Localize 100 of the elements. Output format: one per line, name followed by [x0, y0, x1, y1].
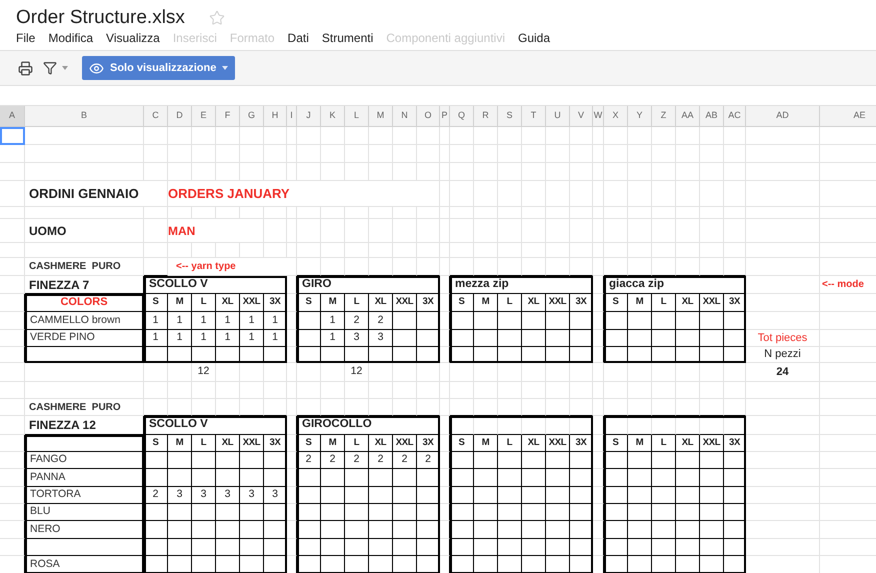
spreadsheet-cell[interactable]: 1	[216, 312, 240, 330]
column-header[interactable]: V	[570, 106, 593, 127]
column-header[interactable]: F	[216, 106, 240, 127]
spreadsheet-cell[interactable]: S	[604, 435, 628, 452]
spreadsheet-cell[interactable]: 1	[321, 312, 345, 330]
column-header[interactable]: K	[321, 106, 345, 127]
column-header[interactable]: W	[593, 106, 604, 127]
spreadsheet-cell[interactable]: 1	[240, 312, 264, 330]
spreadsheet-cell[interactable]: L	[345, 435, 369, 452]
spreadsheet-cell[interactable]: 2	[297, 452, 321, 469]
spreadsheet-cell[interactable]: XXL	[700, 294, 724, 312]
spreadsheet-cell[interactable]: S	[450, 435, 474, 452]
spreadsheet-cell[interactable]: FINEZZA 12	[25, 416, 144, 435]
spreadsheet-cell[interactable]: 2	[144, 487, 168, 504]
spreadsheet-cell[interactable]: 12	[192, 363, 216, 382]
spreadsheet-cell[interactable]: S	[144, 294, 168, 312]
spreadsheet-cell[interactable]: 2	[417, 452, 440, 469]
column-header[interactable]: C	[144, 106, 168, 127]
column-header[interactable]: B	[25, 106, 144, 127]
spreadsheet-cell[interactable]: M	[474, 294, 498, 312]
column-header[interactable]: U	[546, 106, 570, 127]
spreadsheet-cell[interactable]: M	[168, 294, 192, 312]
spreadsheet-cell[interactable]: CASHMERE PURO	[25, 399, 144, 416]
spreadsheet-cell[interactable]: M	[168, 435, 192, 452]
spreadsheet-cell[interactable]: 1	[264, 312, 287, 330]
spreadsheet-cell[interactable]: 2	[345, 312, 369, 330]
spreadsheet-cell[interactable]: 1	[264, 330, 287, 347]
spreadsheet-cell[interactable]: XL	[676, 294, 700, 312]
spreadsheet-cell[interactable]: XL	[369, 435, 393, 452]
spreadsheet-cell[interactable]: L	[192, 294, 216, 312]
spreadsheet-cell[interactable]: 1	[192, 330, 216, 347]
spreadsheet-cell[interactable]: 3	[264, 487, 287, 504]
print-icon[interactable]	[18, 60, 33, 76]
star-icon[interactable]	[208, 10, 225, 26]
column-header[interactable]: R	[474, 106, 498, 127]
spreadsheet-cell[interactable]: L	[498, 435, 522, 452]
menu-item[interactable]: File	[16, 29, 36, 47]
spreadsheet-cell[interactable]: 3X	[417, 294, 440, 312]
spreadsheet-cell[interactable]: 3	[216, 487, 240, 504]
spreadsheet-cell[interactable]: <-- mode	[820, 276, 876, 294]
column-header[interactable]: AD	[746, 106, 820, 127]
spreadsheet-cell[interactable]: 3	[168, 487, 192, 504]
spreadsheet-cell[interactable]: XXL	[546, 294, 570, 312]
spreadsheet-cell[interactable]: XXL	[546, 435, 570, 452]
spreadsheet-cell[interactable]: 12	[345, 363, 369, 382]
column-header[interactable]: Z	[652, 106, 676, 127]
column-header[interactable]: AA	[676, 106, 700, 127]
spreadsheet-cell[interactable]: 3X	[724, 435, 746, 452]
spreadsheet-cell[interactable]: VERDE PINO	[25, 330, 144, 347]
spreadsheet-cell[interactable]: XL	[216, 294, 240, 312]
spreadsheet-cell[interactable]: 1	[321, 330, 345, 347]
column-header[interactable]: I	[287, 106, 297, 127]
column-header[interactable]: X	[604, 106, 628, 127]
spreadsheet-cell[interactable]: 2	[369, 312, 393, 330]
column-header[interactable]: S	[498, 106, 522, 127]
column-header[interactable]: L	[345, 106, 369, 127]
spreadsheet-cell[interactable]: ORDERS JANUARY	[168, 181, 440, 207]
spreadsheet-cell[interactable]: 1	[168, 312, 192, 330]
spreadsheet-cell[interactable]: XL	[522, 294, 546, 312]
column-header[interactable]: T	[522, 106, 546, 127]
spreadsheet-cell[interactable]: Tot pieces	[746, 330, 820, 347]
column-header[interactable]: AB	[700, 106, 724, 127]
spreadsheet-cell[interactable]: S	[297, 435, 321, 452]
spreadsheet-cell[interactable]: MAN	[168, 219, 264, 243]
spreadsheet-cell[interactable]: XXL	[700, 435, 724, 452]
spreadsheet-cell[interactable]: 3	[369, 330, 393, 347]
spreadsheet-cell[interactable]: 2	[321, 452, 345, 469]
spreadsheet-cell[interactable]: mezza zip	[450, 276, 593, 294]
spreadsheet-cell[interactable]: FINEZZA 7	[25, 276, 144, 294]
spreadsheet-cell[interactable]: XXL	[240, 435, 264, 452]
spreadsheet-cell[interactable]: FANGO	[25, 452, 144, 469]
column-header[interactable]: Y	[628, 106, 652, 127]
column-header[interactable]: G	[240, 106, 264, 127]
spreadsheet-cell[interactable]: S	[450, 294, 474, 312]
spreadsheet-cell[interactable]: 1	[144, 330, 168, 347]
spreadsheet-cell[interactable]: L	[652, 435, 676, 452]
spreadsheet-cell[interactable]: 1	[216, 330, 240, 347]
spreadsheet-cell[interactable]: XL	[676, 435, 700, 452]
spreadsheet-cell[interactable]: S	[604, 294, 628, 312]
spreadsheet-cell[interactable]: M	[321, 435, 345, 452]
spreadsheet-cell[interactable]: M	[628, 435, 652, 452]
spreadsheet-cell[interactable]: 3X	[570, 435, 593, 452]
column-header[interactable]: P	[440, 106, 450, 127]
spreadsheet-cell[interactable]: 3X	[264, 294, 287, 312]
spreadsheet-cell[interactable]: XXL	[240, 294, 264, 312]
spreadsheet-cell[interactable]: 1	[168, 330, 192, 347]
spreadsheet-cell[interactable]: 2	[369, 452, 393, 469]
spreadsheet-cell[interactable]: N pezzi	[746, 347, 820, 363]
spreadsheet-cell[interactable]: 3	[345, 330, 369, 347]
spreadsheet-cell[interactable]: XL	[216, 435, 240, 452]
menu-item[interactable]: Guida	[518, 29, 550, 47]
spreadsheet-cell[interactable]: M	[628, 294, 652, 312]
column-header[interactable]: O	[417, 106, 440, 127]
spreadsheet-cell[interactable]: L	[345, 294, 369, 312]
spreadsheet-cell[interactable]: XL	[369, 294, 393, 312]
spreadsheet-cell[interactable]: GIROCOLLO	[297, 416, 440, 435]
spreadsheet-cell[interactable]: CASHMERE PURO	[25, 258, 144, 276]
spreadsheet-cell[interactable]: 24	[746, 363, 820, 382]
spreadsheet-cell[interactable]: GIRO	[297, 276, 440, 294]
spreadsheet-cell[interactable]: UOMO	[25, 219, 144, 243]
